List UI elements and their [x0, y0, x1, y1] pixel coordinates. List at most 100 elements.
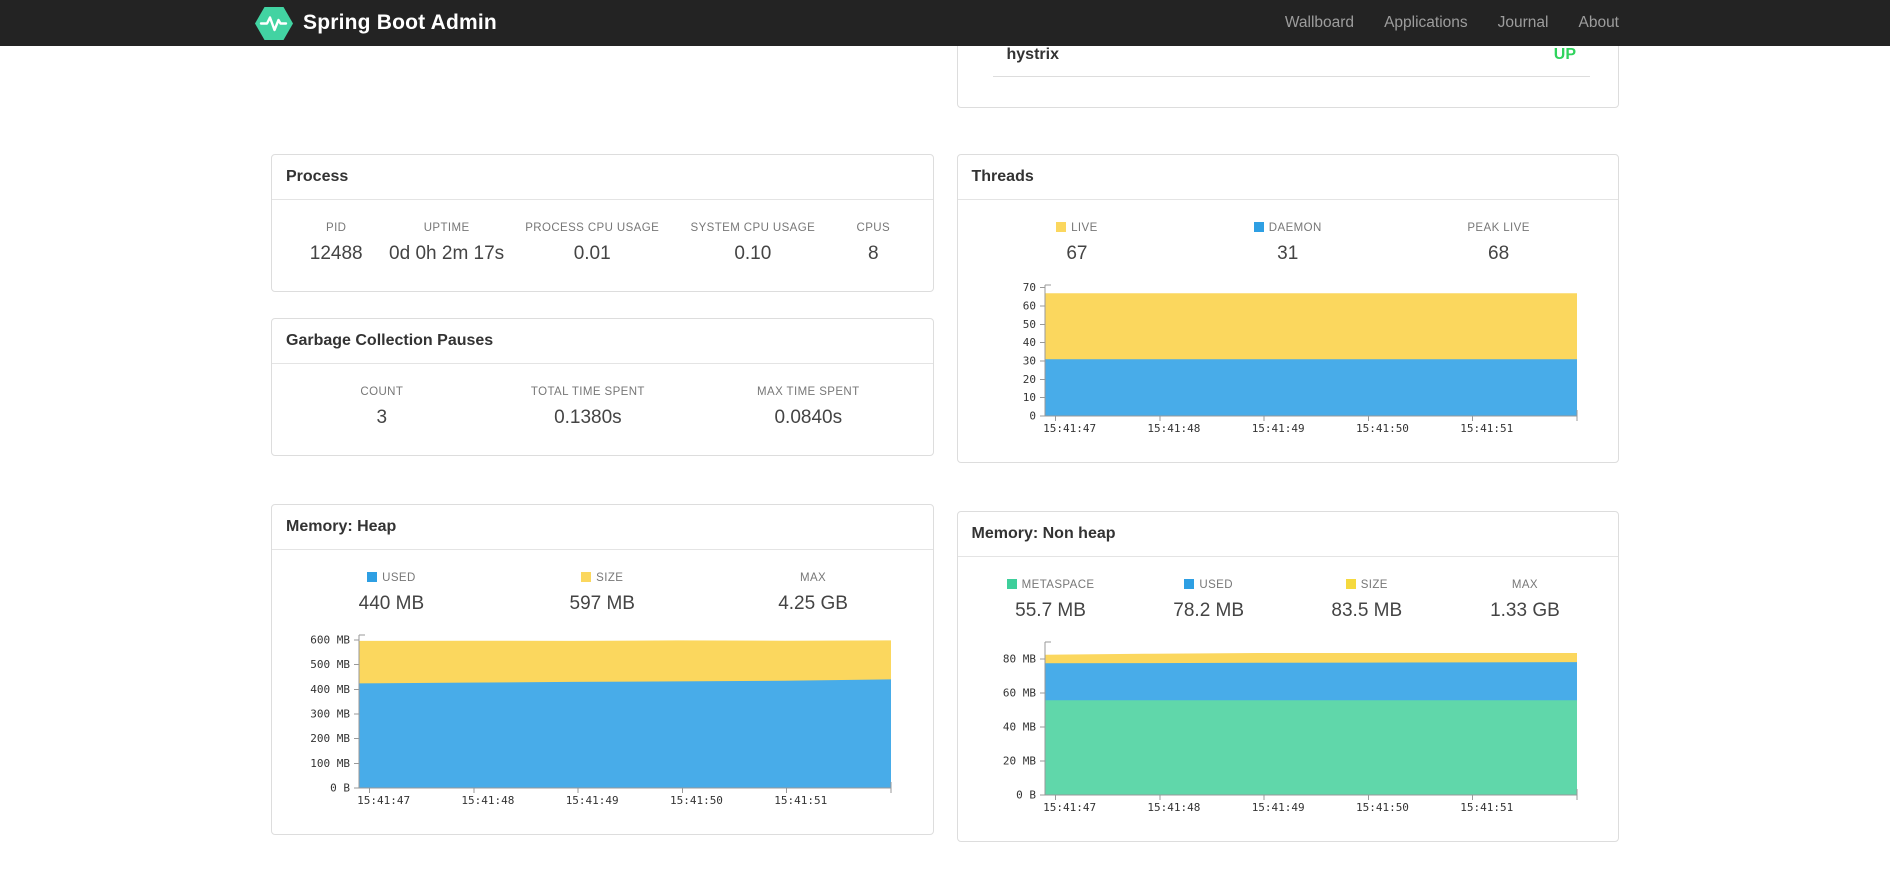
svg-text:15:41:50: 15:41:50: [1355, 422, 1408, 435]
stat-cpus: CPUS 8: [828, 222, 918, 265]
memory-heap-panel: Memory: Heap USED 440 MB SIZE 597 MB MAX: [271, 504, 934, 835]
navbar: Spring Boot Admin Wallboard Applications…: [0, 0, 1890, 46]
application-name[interactable]: hystrix: [1007, 46, 1059, 64]
svg-text:0 B: 0 B: [330, 782, 350, 795]
stat-label: SYSTEM CPU USAGE: [690, 222, 816, 234]
brand-link[interactable]: Spring Boot Admin: [255, 6, 497, 40]
stat-threads-peak-live: PEAK LIVE 68: [1393, 222, 1604, 265]
stat-gc-total-time: TOTAL TIME SPENT 0.1380s: [478, 386, 698, 429]
svg-text:600 MB: 600 MB: [310, 633, 350, 646]
stat-value: 597 MB: [569, 593, 635, 614]
legend-swatch-used-icon: [1184, 579, 1195, 589]
stat-nonheap-metaspace: METASPACE 55.7 MB: [972, 579, 1130, 622]
legend-swatch-size-icon: [1345, 579, 1356, 589]
stat-threads-daemon: DAEMON 31: [1182, 222, 1393, 265]
stat-label: USED: [1130, 579, 1288, 591]
stat-heap-size: SIZE 597 MB: [497, 572, 708, 615]
memory-heap-chart: 0 B 100 MB 200 MB 300 MB 400 MB 500 MB 600 MB 1…: [286, 631, 919, 808]
stat-label: USED: [286, 572, 497, 584]
stat-gc-count: COUNT 3: [286, 386, 478, 429]
gc-panel-title: Garbage Collection Pauses: [272, 319, 933, 364]
stat-value: 8: [868, 243, 879, 264]
stat-label: PEAK LIVE: [1467, 222, 1530, 234]
status-badge: UP: [1553, 46, 1576, 63]
memory-nonheap-chart: 0 B 20 MB 40 MB 60 MB 80 MB 15:41:47 15:41:48 1…: [972, 638, 1605, 815]
svg-text:15:41:50: 15:41:50: [1355, 801, 1408, 814]
process-panel-title: Process: [272, 155, 933, 200]
memory-nonheap-panel: Memory: Non heap METASPACE 55.7 MB USED …: [956, 511, 1619, 842]
stat-heap-max: MAX 4.25 GB: [708, 572, 919, 615]
svg-text:80 MB: 80 MB: [1002, 653, 1035, 666]
stat-label: METASPACE: [972, 579, 1130, 591]
legend-swatch-size-icon: [581, 572, 592, 582]
stat-value: 440 MB: [358, 593, 425, 614]
application-status-panel: hystrix UP: [956, 46, 1619, 108]
application-row[interactable]: hystrix UP: [992, 46, 1590, 77]
stat-label: MAX: [1511, 579, 1538, 591]
stat-value: 12488: [309, 243, 363, 264]
stat-label: TOTAL TIME SPENT: [530, 386, 645, 398]
heap-stats: USED 440 MB SIZE 597 MB MAX 4.25 GB: [286, 572, 919, 615]
threads-stats: LIVE 67 DAEMON 31 PEAK LIVE 68: [972, 222, 1605, 265]
svg-text:15:41:47: 15:41:47: [357, 794, 410, 807]
svg-text:100 MB: 100 MB: [310, 757, 350, 770]
svg-text:15:41:48: 15:41:48: [461, 794, 514, 807]
stat-nonheap-max: MAX 1.33 GB: [1446, 579, 1604, 622]
right-column: hystrix UP Threads LIVE 67 DAEMON 31 PEA…: [956, 46, 1619, 842]
stat-value: 1.33 GB: [1490, 600, 1560, 621]
legend-swatch-daemon-icon: [1253, 222, 1264, 232]
stat-nonheap-used: USED 78.2 MB: [1130, 579, 1288, 622]
svg-text:60 MB: 60 MB: [1002, 687, 1035, 700]
stat-label: DAEMON: [1182, 222, 1393, 234]
stat-value: 78.2 MB: [1173, 600, 1245, 621]
svg-text:15:41:47: 15:41:47: [1043, 801, 1096, 814]
stat-uptime: UPTIME 0d 0h 2m 17s: [386, 222, 506, 265]
svg-text:20 MB: 20 MB: [1002, 755, 1035, 768]
nav-item-journal[interactable]: Journal: [1483, 0, 1564, 46]
stat-value: 0.1380s: [554, 407, 622, 428]
stat-value: 31: [1277, 243, 1299, 264]
stat-value: 4.25 GB: [778, 593, 848, 614]
process-panel: Process PID 12488 UPTIME 0d 0h 2m 17s PR…: [271, 154, 934, 292]
svg-text:15:41:51: 15:41:51: [1460, 801, 1513, 814]
svg-text:0 B: 0 B: [1016, 789, 1036, 802]
svg-text:15:41:48: 15:41:48: [1147, 422, 1200, 435]
left-column: Process PID 12488 UPTIME 0d 0h 2m 17s PR…: [271, 46, 934, 842]
svg-text:400 MB: 400 MB: [310, 683, 350, 696]
stat-threads-live: LIVE 67: [972, 222, 1183, 265]
legend-swatch-metaspace-icon: [1006, 579, 1017, 589]
stat-label: PROCESS CPU USAGE: [525, 222, 660, 234]
stat-pid: PID 12488: [286, 222, 386, 265]
svg-text:15:41:49: 15:41:49: [1251, 422, 1304, 435]
gc-panel: Garbage Collection Pauses COUNT 3 TOTAL …: [271, 318, 934, 456]
nav-item-applications[interactable]: Applications: [1369, 0, 1483, 46]
stat-value: 0.10: [734, 243, 772, 264]
process-stats: PID 12488 UPTIME 0d 0h 2m 17s PROCESS CP…: [286, 222, 919, 265]
brand-title: Spring Boot Admin: [303, 11, 497, 34]
stat-value: 55.7 MB: [1015, 600, 1086, 621]
stat-label: UPTIME: [423, 222, 470, 234]
svg-text:15:41:51: 15:41:51: [774, 794, 827, 807]
svg-text:15:41:49: 15:41:49: [566, 794, 619, 807]
stat-label: SIZE: [1288, 579, 1446, 591]
stat-label: PID: [326, 222, 347, 234]
stat-system-cpu-usage: SYSTEM CPU USAGE 0.10: [678, 222, 829, 265]
navbar-links: Wallboard Applications Journal About: [1270, 0, 1619, 46]
gc-stats: COUNT 3 TOTAL TIME SPENT 0.1380s MAX TIM…: [286, 386, 919, 429]
stat-value: 0d 0h 2m 17s: [389, 243, 505, 264]
svg-text:60: 60: [1022, 300, 1035, 313]
stat-label: MAX: [800, 572, 827, 584]
nav-item-wallboard[interactable]: Wallboard: [1270, 0, 1369, 46]
memory-heap-panel-title: Memory: Heap: [272, 505, 933, 550]
svg-text:40 MB: 40 MB: [1002, 721, 1035, 734]
svg-text:200 MB: 200 MB: [310, 732, 350, 745]
stat-value: 0.01: [573, 243, 611, 264]
svg-text:20: 20: [1022, 373, 1035, 386]
nav-item-about[interactable]: About: [1563, 0, 1619, 46]
svg-text:30: 30: [1022, 355, 1035, 368]
svg-text:10: 10: [1022, 391, 1035, 404]
stat-value: 0.0840s: [774, 407, 843, 428]
stat-value: 68: [1488, 243, 1510, 264]
svg-text:50: 50: [1022, 318, 1035, 331]
stat-label: MAX TIME SPENT: [757, 386, 860, 398]
